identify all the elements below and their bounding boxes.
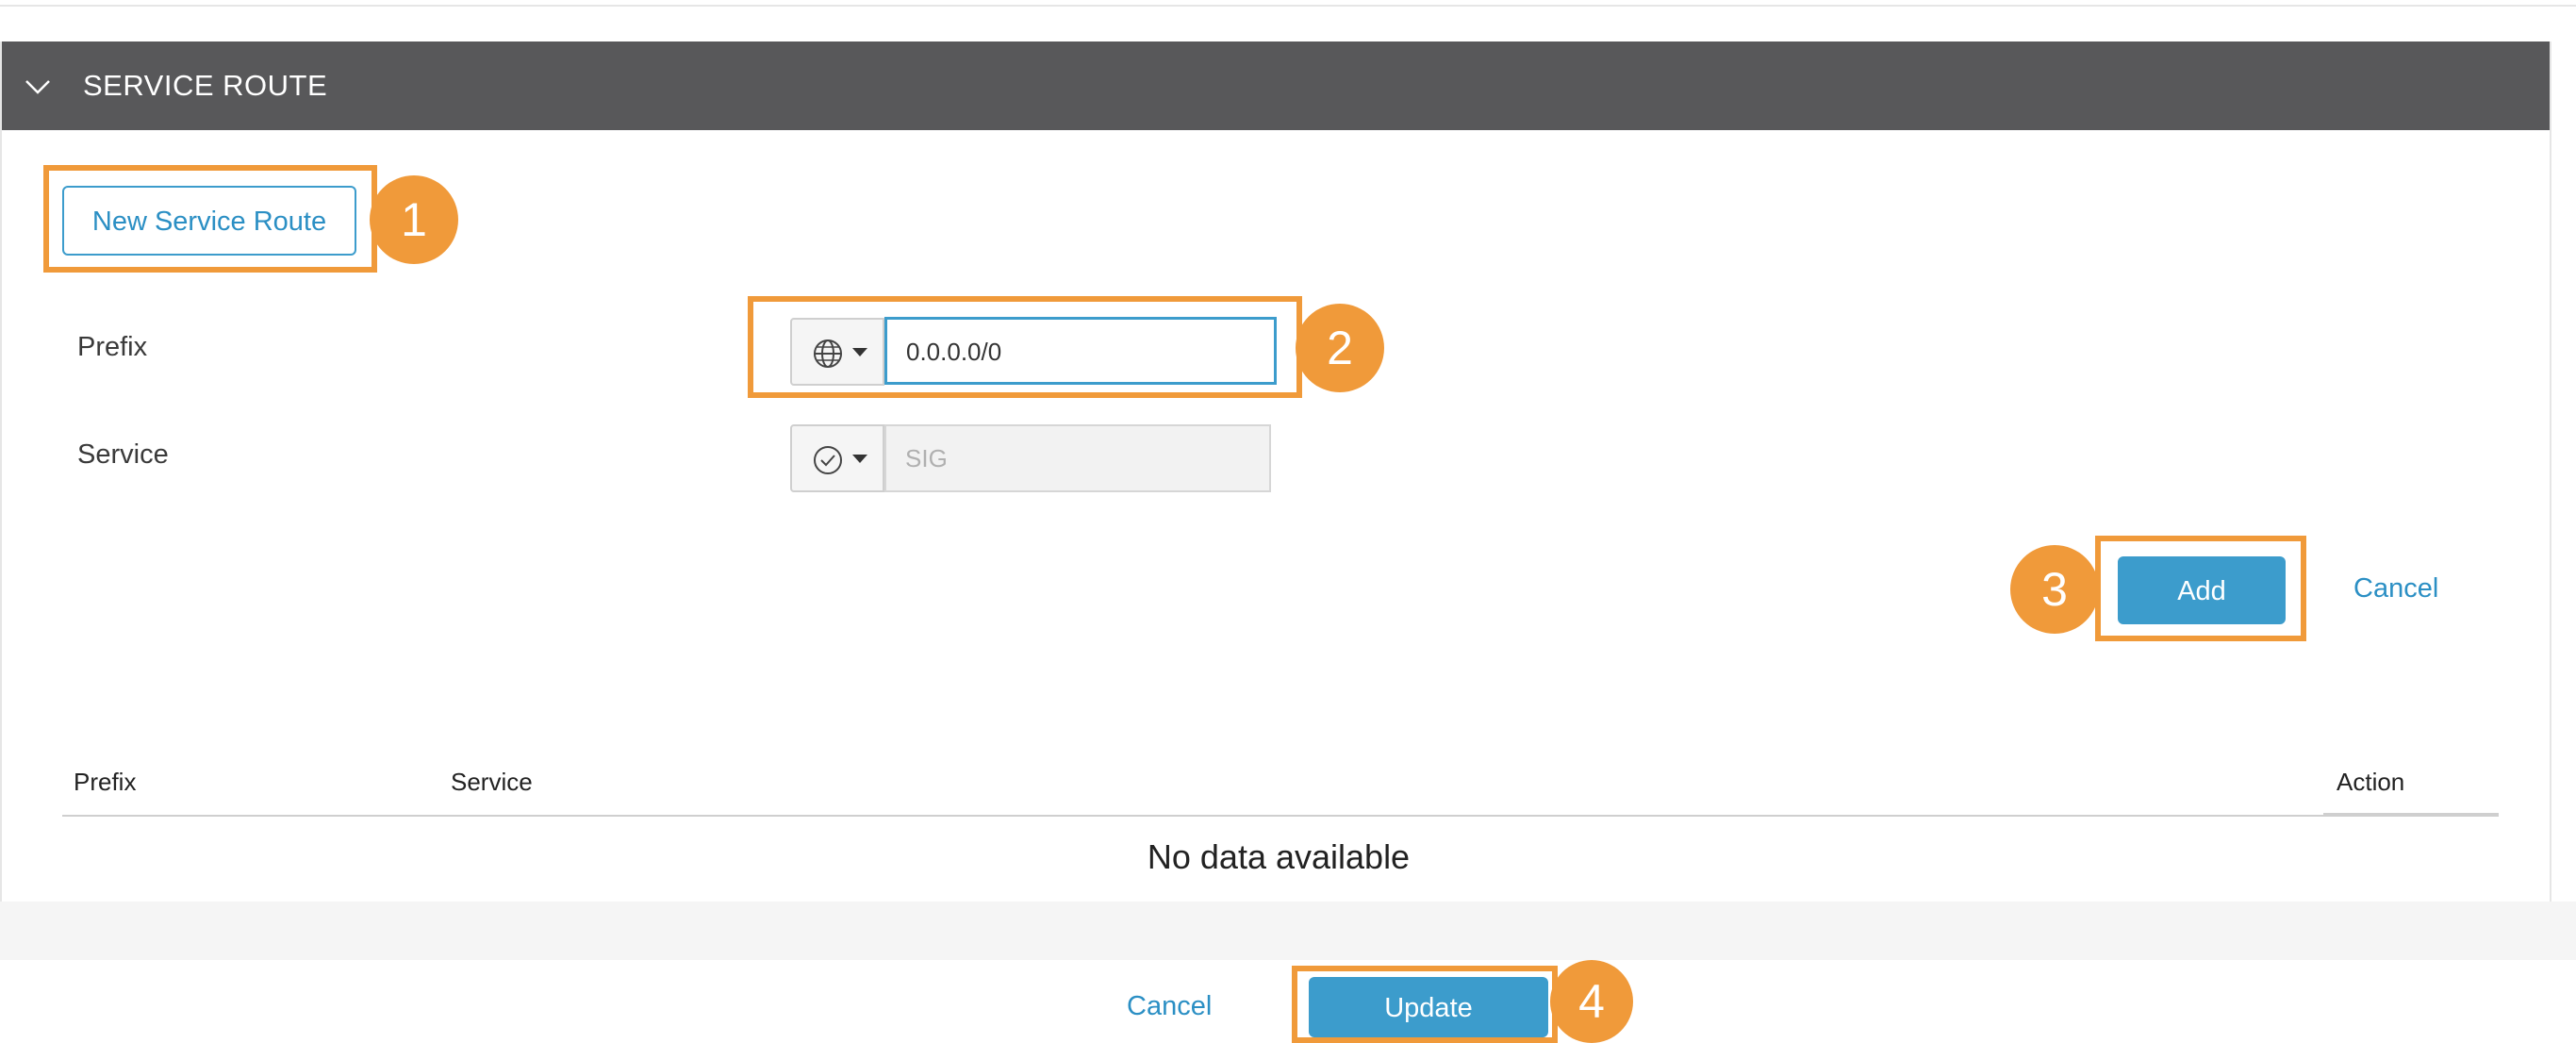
caret-down-icon	[852, 455, 867, 463]
column-header-service: Service	[451, 768, 533, 796]
caret-down-icon	[852, 348, 867, 356]
callout-badge-3: 3	[2010, 545, 2099, 634]
service-type-dropdown[interactable]	[790, 424, 884, 492]
top-divider	[0, 0, 2576, 7]
service-input: SIG	[884, 424, 1271, 492]
column-header-prefix: Prefix	[74, 768, 137, 796]
prefix-input[interactable]: 0.0.0.0/0	[884, 317, 1277, 385]
footer-separator-band	[0, 902, 2576, 962]
chevron-down-icon[interactable]	[25, 74, 51, 100]
globe-icon	[814, 339, 842, 368]
table-header: Prefix Service Action	[62, 762, 2499, 817]
section-header[interactable]: SERVICE ROUTE	[2, 41, 2550, 130]
callout-badge-4: 4	[1550, 960, 1633, 1043]
prefix-type-dropdown[interactable]	[790, 318, 884, 386]
section-title: SERVICE ROUTE	[83, 69, 328, 102]
callout-badge-1: 1	[370, 175, 458, 264]
prefix-label: Prefix	[77, 332, 148, 362]
callout-badge-2: 2	[1296, 304, 1384, 392]
empty-table-message: No data available	[1147, 837, 1411, 876]
new-service-route-button[interactable]: New Service Route	[62, 186, 356, 256]
form-cancel-link[interactable]: Cancel	[2353, 573, 2438, 604]
service-label: Service	[77, 439, 169, 470]
column-header-action: Action	[2337, 768, 2405, 796]
update-button[interactable]: Update	[1309, 977, 1548, 1037]
footer-bar	[0, 960, 2576, 1043]
check-circle-icon	[814, 446, 842, 474]
action-column-divider	[2323, 813, 2499, 817]
add-button[interactable]: Add	[2118, 556, 2286, 624]
page: SERVICE ROUTE New Service Route 1 Prefix…	[0, 0, 2576, 1043]
footer-cancel-link[interactable]: Cancel	[1127, 991, 1212, 1022]
